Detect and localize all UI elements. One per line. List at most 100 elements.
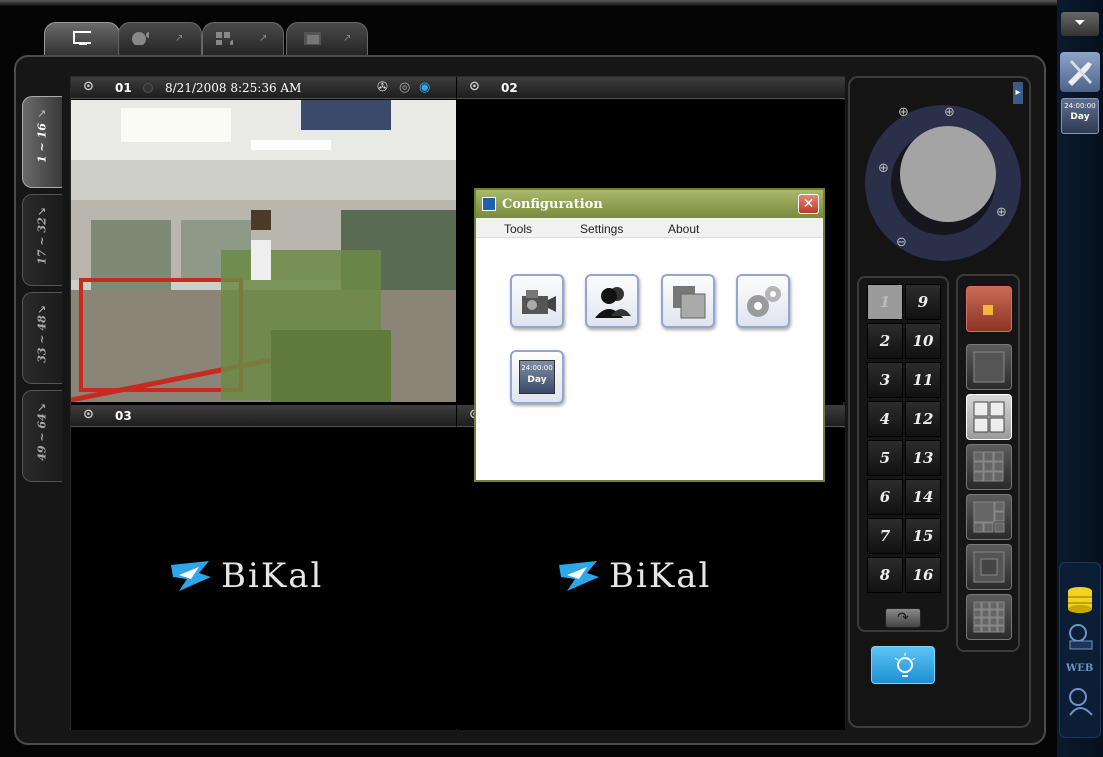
schedule-button[interactable]: 24:00:00 Day <box>1061 98 1099 134</box>
camera-number: 01 <box>115 81 132 95</box>
camera-header-02: ⊙ 02 <box>457 77 845 99</box>
camera-status-icon: ⊙ <box>83 407 94 422</box>
bikal-logo: BiKal <box>557 556 711 596</box>
channel-key[interactable]: 6 <box>867 479 903 515</box>
popout-icon[interactable]: ↗ <box>175 33 183 44</box>
channel-key[interactable]: 1 <box>867 284 903 320</box>
system-settings-button[interactable] <box>736 274 790 328</box>
camera-number: 02 <box>501 81 518 95</box>
user-settings-icon[interactable] <box>1066 687 1096 717</box>
layout-center-icon <box>973 551 1005 583</box>
channel-key[interactable]: 10 <box>905 323 941 359</box>
side-tab-17-32[interactable]: ↗ 17 ~ 32 <box>22 194 62 286</box>
camera-timestamp: 8/21/2008 8:25:36 AM <box>165 81 302 95</box>
layout-nine-icon <box>973 451 1004 482</box>
layout-3x3[interactable] <box>966 444 1012 490</box>
bikal-logo: BiKal <box>169 556 323 596</box>
users-button[interactable] <box>585 274 639 328</box>
channel-key[interactable]: 4 <box>867 401 903 437</box>
schedule-day-icon: 24:00:00 Day <box>519 360 555 394</box>
channel-key[interactable]: 5 <box>867 440 903 476</box>
right-tools-group: WEB <box>1059 562 1101 738</box>
tab-live-view[interactable] <box>44 22 120 58</box>
bikal-logo-icon <box>171 561 211 591</box>
channel-key[interactable]: 11 <box>905 362 941 398</box>
side-tab-49-64[interactable]: ↗ 49 ~ 64 <box>22 390 62 482</box>
popout-icon[interactable]: ↗ <box>259 33 267 44</box>
channel-key[interactable]: 3 <box>867 362 903 398</box>
channel-key[interactable]: 14 <box>905 479 941 515</box>
camera-view-01[interactable] <box>71 100 456 402</box>
database-icon[interactable] <box>1065 585 1095 615</box>
menu-settings[interactable]: Settings <box>580 222 623 236</box>
layout-button[interactable] <box>661 274 715 328</box>
menu-tools[interactable]: Tools <box>504 222 532 236</box>
tools-icon <box>1068 60 1092 86</box>
record-indicator <box>143 83 153 93</box>
schedule-time-text: 24:00:00 <box>521 364 553 372</box>
channel-key[interactable]: 13 <box>905 440 941 476</box>
tab-ptz[interactable]: ↗ <box>118 22 202 58</box>
bikal-logo-text: BiKal <box>221 556 324 596</box>
svg-text:⊕: ⊕ <box>996 205 1007 220</box>
schedule-day-text: Day <box>1070 112 1090 122</box>
channel-key[interactable]: 7 <box>867 518 903 554</box>
side-tab-33-48[interactable]: ↗ 33 ~ 48 <box>22 292 62 384</box>
tools-button[interactable] <box>1060 52 1100 92</box>
ptz-joystick[interactable]: ⊕ ⊕ ⊕ ⊕ ⊖ <box>858 98 1028 268</box>
tab-image[interactable]: ↗ <box>286 22 368 58</box>
view-eye-icon[interactable]: ◉ <box>419 80 430 95</box>
light-bulb-icon <box>894 653 916 677</box>
dialog-title: Configuration <box>502 197 603 212</box>
layout-center-focus[interactable] <box>966 544 1012 590</box>
channel-key[interactable]: 15 <box>905 518 941 554</box>
layout-sixteen-icon <box>973 601 1005 633</box>
schedule-day-text: Day <box>527 375 547 385</box>
svg-text:⊕: ⊕ <box>898 105 909 120</box>
rotate-icon[interactable]: ↷ <box>885 608 921 628</box>
tab-playback[interactable]: ↗ <box>202 22 284 58</box>
web-label[interactable]: WEB <box>1066 663 1093 674</box>
dialog-title-bar[interactable]: Configuration ✕ <box>476 190 823 218</box>
svg-text:⊕: ⊕ <box>878 161 889 176</box>
layout-1-plus-5[interactable] <box>966 494 1012 540</box>
menu-about[interactable]: About <box>668 222 699 236</box>
layout-one-plus-five-icon <box>973 501 1005 533</box>
ptz-control-icon[interactable]: ✇ <box>377 80 388 95</box>
configuration-dialog: Configuration ✕ Tools Settings About 24:… <box>474 188 825 482</box>
layout-4x4[interactable] <box>966 594 1012 640</box>
layout-2x2[interactable] <box>966 394 1012 440</box>
snapshot-icon[interactable]: ◎ <box>399 80 410 95</box>
channel-key[interactable]: 12 <box>905 401 941 437</box>
channel-key[interactable]: 16 <box>905 557 941 593</box>
channel-key[interactable]: 2 <box>867 323 903 359</box>
camera-settings-button[interactable] <box>510 274 564 328</box>
camera-header-03: ⊙ 03 <box>71 405 456 427</box>
bikal-logo-text: BiKal <box>609 556 712 596</box>
svg-text:⊕: ⊕ <box>944 105 955 120</box>
layout-quad-icon <box>973 401 1005 433</box>
record-button[interactable] <box>966 286 1012 332</box>
layout-single-icon <box>973 351 1005 383</box>
channel-key[interactable]: 9 <box>905 284 941 320</box>
camera-status-icon: ⊙ <box>83 79 94 94</box>
popout-icon[interactable]: ↗ <box>343 33 351 44</box>
side-tab-1-16[interactable]: ↗ 1 ~ 16 <box>22 96 62 188</box>
schedule-button[interactable]: 24:00:00 Day <box>510 350 564 404</box>
app-icon <box>482 197 496 211</box>
monitor-icon <box>73 31 91 45</box>
close-button[interactable]: ✕ <box>798 194 819 214</box>
ptz-camera-icon <box>132 32 149 45</box>
light-button[interactable] <box>871 646 935 684</box>
layout-1x1[interactable] <box>966 344 1012 390</box>
camera-view-03[interactable]: BiKal <box>71 428 456 730</box>
side-tab-label: 49 ~ 64 <box>35 413 49 461</box>
dialog-menu-bar: Tools Settings About <box>476 218 823 238</box>
remote-monitor-icon[interactable] <box>1066 623 1096 651</box>
channel-key[interactable]: 8 <box>867 557 903 593</box>
record-icon <box>983 305 993 315</box>
users-icon <box>595 287 631 318</box>
minimize-icon[interactable]: ⏷ <box>1061 12 1099 36</box>
camera-feed-image <box>71 100 456 402</box>
playback-grid-icon <box>216 32 233 45</box>
